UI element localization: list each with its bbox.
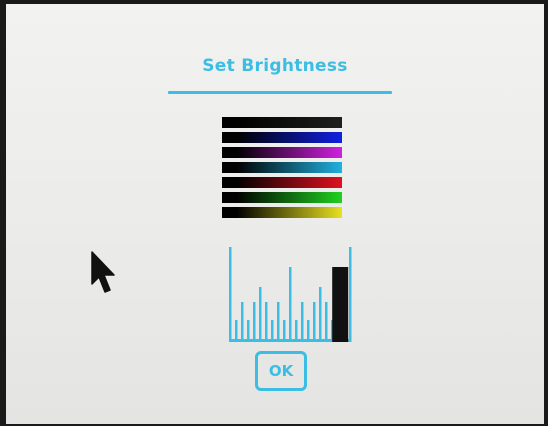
title-underline xyxy=(168,91,392,94)
scale-tick xyxy=(235,320,238,342)
scale-tick xyxy=(277,302,280,342)
brightness-screen: Set Brightness OK xyxy=(6,4,544,424)
color-test-bars xyxy=(222,117,342,223)
scale-tick xyxy=(319,287,322,342)
test-bar-yellow xyxy=(222,207,342,218)
scale-tick xyxy=(259,287,262,342)
scale-tick xyxy=(295,320,298,342)
test-bar-gray xyxy=(222,117,342,128)
dialog-title: Set Brightness xyxy=(202,56,348,76)
scale-tick xyxy=(229,247,232,342)
scale-tick xyxy=(307,320,310,342)
scale-tick xyxy=(247,320,250,342)
scale-tick xyxy=(313,302,316,342)
ok-button[interactable]: OK xyxy=(255,351,307,391)
brightness-scale xyxy=(229,247,352,342)
scale-tick xyxy=(289,267,292,342)
test-bar-red xyxy=(222,177,342,188)
arrow-cursor-icon xyxy=(90,250,116,301)
test-bar-blue xyxy=(222,132,342,143)
scale-tick xyxy=(325,302,328,342)
scale-tick xyxy=(241,302,244,342)
test-bar-green xyxy=(222,192,342,203)
test-bar-magenta xyxy=(222,147,342,158)
brightness-slider[interactable] xyxy=(220,242,356,342)
test-bar-cyan xyxy=(222,162,342,173)
scale-tick xyxy=(253,302,256,342)
scale-tick xyxy=(265,302,268,342)
scale-tick xyxy=(271,320,274,342)
slider-handle xyxy=(332,267,349,342)
scale-tick xyxy=(301,302,304,342)
scale-tick xyxy=(349,247,352,342)
scale-tick xyxy=(283,320,286,342)
